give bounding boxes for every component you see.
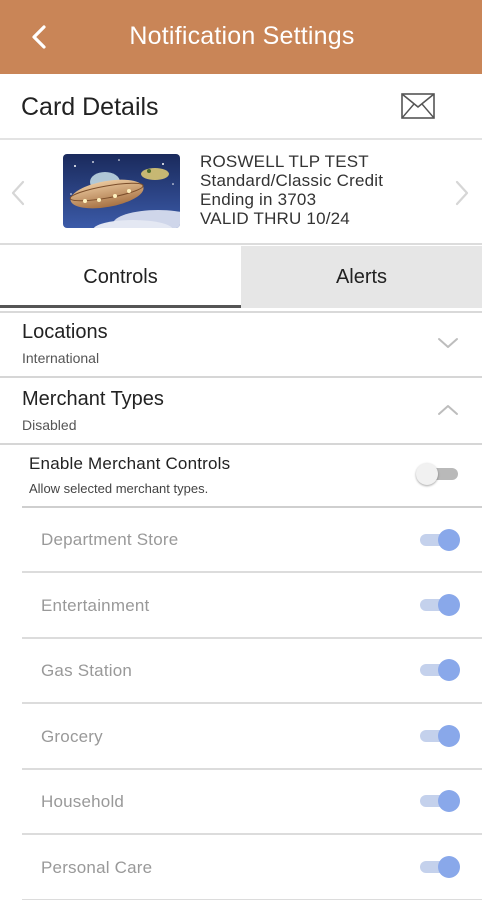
- merchant-toggle-grocery[interactable]: [416, 724, 460, 748]
- list-item: Gas Station: [22, 639, 482, 704]
- card-text: ROSWELL TLP TEST Standard/Classic Credit…: [200, 152, 383, 228]
- tab-controls[interactable]: Controls: [0, 246, 241, 308]
- card-image: [63, 154, 180, 228]
- chevron-left-icon: [11, 180, 25, 206]
- list-item: Department Store: [22, 508, 482, 573]
- tab-alerts[interactable]: Alerts: [241, 246, 482, 308]
- enable-merchant-title: Enable Merchant Controls: [29, 454, 231, 473]
- section-title: Locations: [22, 321, 108, 343]
- toggle-knob: [438, 529, 460, 551]
- chevron-up-icon: [438, 405, 458, 415]
- card-name: ROSWELL TLP TEST: [200, 152, 369, 171]
- merchant-toggle-entertainment[interactable]: [416, 593, 460, 617]
- merchant-type-label: Entertainment: [41, 596, 150, 615]
- toggle-knob: [438, 790, 460, 812]
- card-valid-thru: VALID THRU 10/24: [200, 209, 350, 228]
- card-details-header: Card Details: [0, 74, 482, 140]
- card-carousel: ROSWELL TLP TEST Standard/Classic Credit…: [0, 142, 482, 245]
- envelope-icon: [401, 93, 435, 119]
- merchant-type-label: Personal Care: [41, 858, 153, 877]
- toggle-knob: [416, 463, 438, 485]
- toggle-knob: [438, 856, 460, 878]
- merchant-type-label: Gas Station: [41, 661, 133, 680]
- merchant-toggle-department-store[interactable]: [416, 528, 460, 552]
- card-details-label: Card Details: [21, 93, 159, 121]
- list-item: Entertainment: [22, 574, 482, 639]
- section-locations[interactable]: Locations International: [0, 313, 482, 378]
- list-item: Personal Care: [22, 836, 482, 900]
- enable-merchant-controls-row: Enable Merchant Controls Allow selected …: [22, 444, 482, 508]
- toggle-knob: [438, 659, 460, 681]
- card-ending: Ending in 3703: [200, 190, 317, 209]
- section-title: Merchant Types: [22, 388, 164, 410]
- toggle-knob: [438, 725, 460, 747]
- toggle-knob: [438, 594, 460, 616]
- list-item: Household: [22, 770, 482, 835]
- merchant-type-label: Household: [41, 792, 125, 811]
- merchant-type-label: Grocery: [41, 727, 103, 746]
- page-title: Notification Settings: [129, 22, 355, 50]
- merchant-type-label: Department Store: [41, 530, 179, 549]
- card-type: Standard/Classic Credit: [200, 171, 384, 190]
- app-bar: Notification Settings: [0, 0, 482, 74]
- section-subtitle: Disabled: [22, 417, 77, 433]
- merchant-toggle-personal-care[interactable]: [416, 855, 460, 879]
- next-card-button[interactable]: [452, 176, 472, 210]
- list-item: Grocery: [22, 705, 482, 770]
- enable-merchant-subtitle: Allow selected merchant types.: [29, 481, 209, 496]
- merchant-toggle-household[interactable]: [416, 789, 460, 813]
- email-button[interactable]: [401, 93, 435, 119]
- section-subtitle: International: [22, 350, 100, 366]
- chevron-down-icon: [438, 338, 458, 348]
- merchant-toggle-gas-station[interactable]: [416, 658, 460, 682]
- section-merchant-types[interactable]: Merchant Types Disabled: [0, 380, 482, 445]
- chevron-right-icon: [455, 180, 469, 206]
- previous-card-button[interactable]: [8, 176, 28, 210]
- ufo-card-image: [63, 154, 180, 228]
- tab-bar: Controls Alerts: [0, 246, 482, 308]
- enable-merchant-toggle[interactable]: [416, 462, 460, 486]
